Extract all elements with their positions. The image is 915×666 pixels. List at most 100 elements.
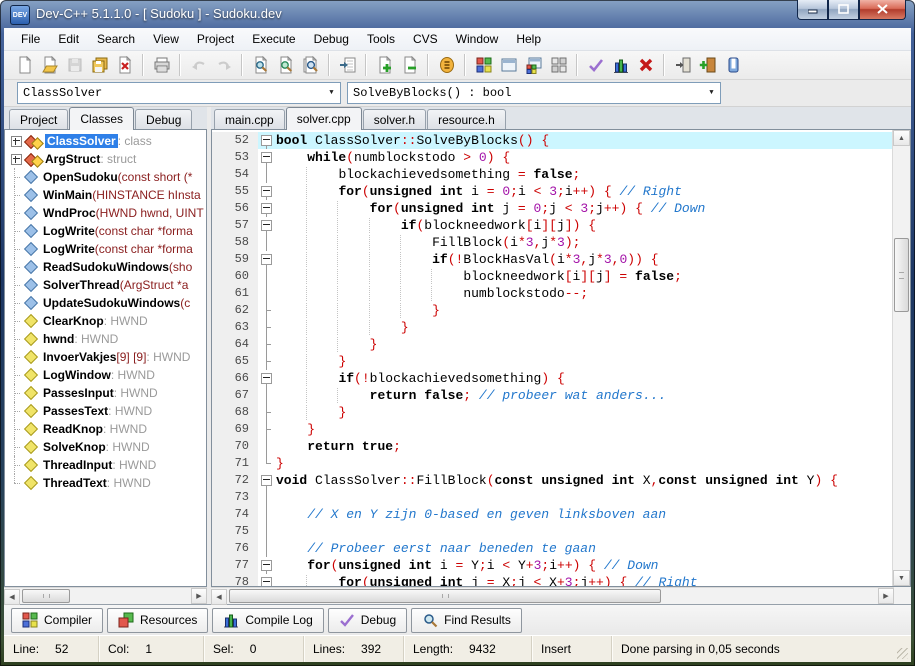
code-line[interactable]: 71} bbox=[212, 455, 892, 472]
code-line[interactable]: 78 for(unsigned int j = X;j < X+3;j++) {… bbox=[212, 574, 892, 586]
save-all-icon[interactable] bbox=[87, 53, 112, 77]
fold-marker[interactable] bbox=[258, 557, 276, 574]
close-file-icon[interactable] bbox=[112, 53, 137, 77]
class-combo[interactable]: ClassSolver ▼ bbox=[17, 82, 341, 104]
editor-hscrollbar[interactable]: ◀ ▶ bbox=[211, 587, 894, 605]
scroll-right-icon[interactable]: ▶ bbox=[878, 588, 894, 604]
title-bar[interactable]: DEV Dev-C++ 5.1.1.0 - [ Sudoku ] - Sudok… bbox=[0, 0, 915, 28]
menu-help[interactable]: Help bbox=[507, 29, 550, 49]
report-tab-find-results[interactable]: Find Results bbox=[411, 607, 522, 633]
menu-cvs[interactable]: CVS bbox=[404, 29, 447, 49]
menu-file[interactable]: File bbox=[12, 29, 49, 49]
code-line[interactable]: 74 // X en Y zijn 0-based en geven links… bbox=[212, 506, 892, 523]
tree-item[interactable]: LogWrite (const char *forma bbox=[5, 240, 206, 258]
code-line[interactable]: 69 } bbox=[212, 421, 892, 438]
tree-item[interactable]: PassesText : HWND bbox=[5, 402, 206, 420]
pause-icon[interactable] bbox=[720, 53, 745, 77]
tab-project[interactable]: Project bbox=[9, 109, 69, 129]
scroll-right-icon[interactable]: ▶ bbox=[191, 588, 207, 604]
scrollbar-thumb[interactable] bbox=[894, 238, 909, 312]
open-file-icon[interactable] bbox=[37, 53, 62, 77]
menu-debug[interactable]: Debug bbox=[305, 29, 358, 49]
line-number[interactable]: 59 bbox=[212, 251, 258, 268]
new-file-icon[interactable] bbox=[12, 53, 37, 77]
line-number[interactable]: 64 bbox=[212, 336, 258, 353]
print-icon[interactable] bbox=[149, 53, 174, 77]
tree-item[interactable]: ArgStruct : struct bbox=[5, 150, 206, 168]
run-icon[interactable] bbox=[496, 53, 521, 77]
fold-marker[interactable] bbox=[258, 472, 276, 489]
tree-item[interactable]: hwnd : HWND bbox=[5, 330, 206, 348]
menu-execute[interactable]: Execute bbox=[243, 29, 304, 49]
replace-icon[interactable] bbox=[273, 53, 298, 77]
fold-marker[interactable] bbox=[258, 217, 276, 234]
tree-item[interactable]: ClassSolver : class bbox=[5, 132, 206, 150]
fold-marker[interactable] bbox=[258, 251, 276, 268]
tree-item[interactable]: WndProc (HWND hwnd, UINT bbox=[5, 204, 206, 222]
project-properties-icon[interactable] bbox=[434, 53, 459, 77]
line-number[interactable]: 60 bbox=[212, 268, 258, 285]
fold-marker[interactable] bbox=[258, 574, 276, 586]
abort-icon[interactable] bbox=[633, 53, 658, 77]
code-line[interactable]: 62 } bbox=[212, 302, 892, 319]
code-line[interactable]: 63 } bbox=[212, 319, 892, 336]
file-tab-main-cpp[interactable]: main.cpp bbox=[214, 109, 285, 129]
fold-marker[interactable] bbox=[258, 183, 276, 200]
scroll-left-icon[interactable]: ◀ bbox=[4, 589, 20, 605]
code-line[interactable]: 59 if(!BlockHasVal(i*3,j*3,0)) { bbox=[212, 251, 892, 268]
goto-line-icon[interactable] bbox=[335, 53, 360, 77]
menu-tools[interactable]: Tools bbox=[358, 29, 404, 49]
line-number[interactable]: 68 bbox=[212, 404, 258, 421]
code-line[interactable]: 68 } bbox=[212, 404, 892, 421]
fold-marker[interactable] bbox=[258, 149, 276, 166]
code-line[interactable]: 55 for(unsigned int i = 0;i < 3;i++) { /… bbox=[212, 183, 892, 200]
tree-item[interactable]: SolverThread (ArgStruct *a bbox=[5, 276, 206, 294]
line-number[interactable]: 56 bbox=[212, 200, 258, 217]
line-number[interactable]: 54 bbox=[212, 166, 258, 183]
code-line[interactable]: 65 } bbox=[212, 353, 892, 370]
rebuild-icon[interactable] bbox=[546, 53, 571, 77]
line-number[interactable]: 71 bbox=[212, 455, 258, 472]
maximize-button[interactable] bbox=[828, 0, 859, 20]
report-tab-compile-log[interactable]: Compile Log bbox=[212, 607, 324, 633]
editor-vscrollbar[interactable]: ▲ ▼ bbox=[892, 130, 910, 586]
code-area[interactable]: 52 bool ClassSolver::SolveByBlocks() {53 … bbox=[212, 130, 892, 586]
remove-from-project-icon[interactable] bbox=[397, 53, 422, 77]
tree-item[interactable]: UpdateSudokuWindows (c bbox=[5, 294, 206, 312]
code-line[interactable]: 54 blockachievedsomething = false; bbox=[212, 166, 892, 183]
report-tab-debug[interactable]: Debug bbox=[327, 607, 408, 633]
left-panel-hscrollbar[interactable]: ◀ ▶ bbox=[4, 587, 207, 605]
tree-item[interactable]: ThreadInput : HWND bbox=[5, 456, 206, 474]
line-number[interactable]: 52 bbox=[212, 132, 258, 149]
tree-item[interactable]: ThreadText : HWND bbox=[5, 474, 206, 492]
file-tab-solver-cpp[interactable]: solver.cpp bbox=[285, 107, 362, 130]
member-combo[interactable]: SolveByBlocks() : bool ▼ bbox=[347, 82, 721, 104]
code-editor[interactable]: 52 bool ClassSolver::SolveByBlocks() {53 … bbox=[211, 129, 911, 587]
menu-search[interactable]: Search bbox=[88, 29, 144, 49]
line-number[interactable]: 67 bbox=[212, 387, 258, 404]
tree-item[interactable]: ReadSudokuWindows (sho bbox=[5, 258, 206, 276]
expand-icon[interactable] bbox=[11, 153, 22, 165]
scroll-down-icon[interactable]: ▼ bbox=[893, 570, 910, 586]
code-line[interactable]: 72 void ClassSolver::FillBlock(const unsi… bbox=[212, 472, 892, 489]
class-browser-tree[interactable]: ClassSolver : class ArgStruct : struct Ope… bbox=[4, 129, 207, 587]
tree-item[interactable]: OpenSudoku (const short (* bbox=[5, 168, 206, 186]
code-line[interactable]: 66 if(!blockachievedsomething) { bbox=[212, 370, 892, 387]
close-button[interactable] bbox=[859, 0, 906, 20]
fold-marker[interactable] bbox=[258, 370, 276, 387]
profile-icon[interactable] bbox=[608, 53, 633, 77]
expand-icon[interactable] bbox=[11, 135, 22, 147]
code-line[interactable]: 60 blockneedwork[i][j] = false; bbox=[212, 268, 892, 285]
chevron-down-icon[interactable]: ▼ bbox=[323, 83, 340, 103]
file-tab-resource-h[interactable]: resource.h bbox=[427, 109, 506, 129]
code-line[interactable]: 70 return true; bbox=[212, 438, 892, 455]
fold-marker[interactable] bbox=[258, 200, 276, 217]
tree-item[interactable]: PassesInput : HWND bbox=[5, 384, 206, 402]
line-number[interactable]: 72 bbox=[212, 472, 258, 489]
code-line[interactable]: 75 bbox=[212, 523, 892, 540]
find-icon[interactable] bbox=[248, 53, 273, 77]
code-line[interactable]: 73 bbox=[212, 489, 892, 506]
menu-project[interactable]: Project bbox=[188, 29, 243, 49]
tab-classes[interactable]: Classes bbox=[69, 107, 135, 130]
scroll-up-icon[interactable]: ▲ bbox=[893, 130, 910, 146]
